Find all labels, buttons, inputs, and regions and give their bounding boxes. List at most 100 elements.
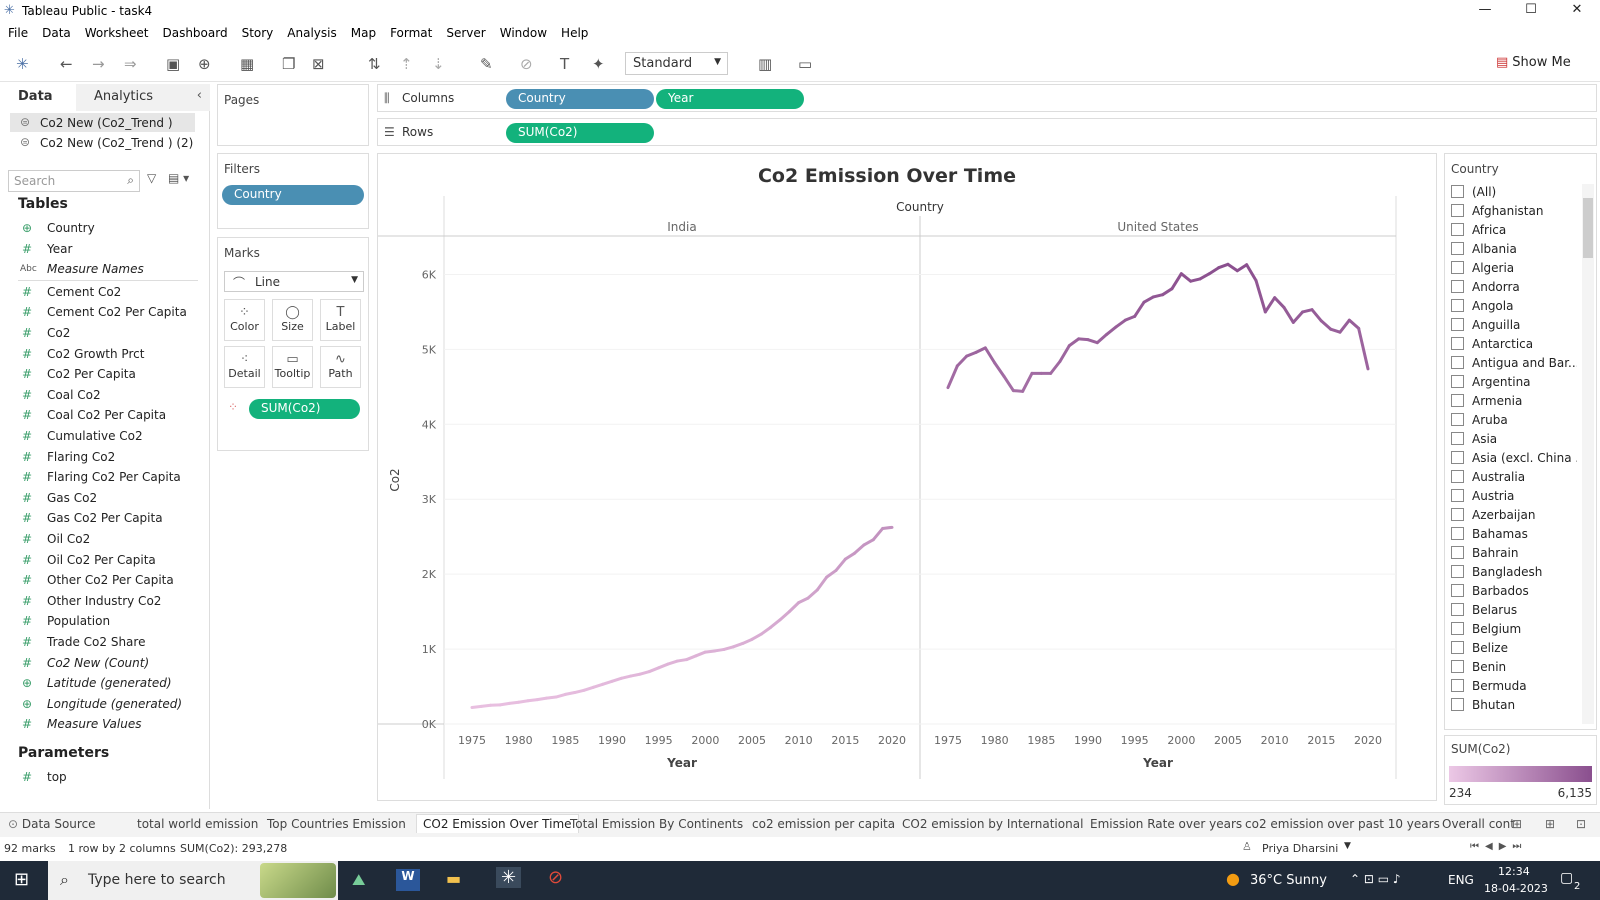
filter-item[interactable]: Algeria	[1451, 261, 1577, 280]
highlight-icon[interactable]: ✎	[480, 55, 493, 73]
field-item[interactable]: # Flaring Co2	[0, 447, 200, 468]
filter-item[interactable]: Bermuda	[1451, 679, 1577, 698]
sheet-navigation-icon[interactable]: ⏮◀▶⏭	[1470, 841, 1527, 852]
data-source-item[interactable]: ⊜ Co2 New (Co2_Trend )	[10, 113, 195, 132]
chevron-down-icon[interactable]: ▼	[1344, 841, 1351, 851]
checkbox[interactable]	[1451, 546, 1464, 559]
tableau-taskbar-icon[interactable]: ✳	[496, 867, 522, 888]
checkbox[interactable]	[1451, 641, 1464, 654]
checkbox[interactable]	[1451, 527, 1464, 540]
close-button[interactable]: ✕	[1554, 2, 1600, 17]
filter-item[interactable]: Antarctica	[1451, 337, 1577, 356]
field-item[interactable]: # Coal Co2 Per Capita	[0, 405, 200, 426]
sheet-tab[interactable]: Total Emission By Continents	[570, 817, 743, 831]
sheet-tab[interactable]: total world emission	[137, 817, 258, 831]
checkbox[interactable]	[1451, 508, 1464, 521]
checkbox[interactable]	[1451, 679, 1464, 692]
checkbox[interactable]	[1451, 242, 1464, 255]
checkbox[interactable]	[1451, 470, 1464, 483]
sort-ascending-icon[interactable]: ⇡	[400, 55, 413, 73]
filter-item[interactable]: Asia (excl. China ...	[1451, 451, 1577, 470]
field-search-input[interactable]: Search ⌕	[8, 170, 140, 192]
field-item[interactable]: # Oil Co2	[0, 529, 200, 550]
filter-item[interactable]: Asia	[1451, 432, 1577, 451]
filter-item[interactable]: Bahamas	[1451, 527, 1577, 546]
taskbar-app2-icon[interactable]: ⊘	[548, 867, 563, 888]
checkbox[interactable]	[1451, 223, 1464, 236]
field-item[interactable]: ⊕ Latitude (generated)	[0, 673, 200, 694]
checkbox[interactable]	[1451, 584, 1464, 597]
taskbar-search-box[interactable]: ⌕ Type here to search	[48, 861, 338, 900]
tab-analytics[interactable]: Analytics ‹	[76, 84, 210, 111]
filter-item[interactable]: Albania	[1451, 242, 1577, 261]
filter-pill-country[interactable]: Country	[222, 185, 364, 205]
checkbox[interactable]	[1451, 280, 1464, 293]
field-item[interactable]: # Gas Co2	[0, 488, 200, 509]
field-item[interactable]: # Oil Co2 Per Capita	[0, 550, 200, 571]
word-icon[interactable]: W	[396, 869, 420, 891]
new-worksheet-icon[interactable]: ▦	[240, 55, 254, 73]
show-cards-icon[interactable]: ▥	[758, 55, 772, 73]
tray-icons[interactable]: ⌃ ⊡ ▭ ♪	[1350, 872, 1401, 886]
filter-item[interactable]: Africa	[1451, 223, 1577, 242]
group-members-icon[interactable]: ⊘	[520, 55, 533, 73]
field-item[interactable]: # Year	[0, 239, 200, 260]
maximize-button[interactable]: ☐	[1508, 2, 1554, 17]
filter-item[interactable]: Argentina	[1451, 375, 1577, 394]
tab-data[interactable]: Data	[0, 84, 76, 111]
checkbox[interactable]	[1451, 432, 1464, 445]
scrollbar-thumb[interactable]	[1583, 198, 1593, 258]
checkbox[interactable]	[1451, 565, 1464, 578]
menu-item-window[interactable]: Window	[500, 26, 547, 40]
language-indicator[interactable]: ENG	[1448, 873, 1474, 887]
filter-item[interactable]: Benin	[1451, 660, 1577, 679]
filter-item[interactable]: Azerbaijan	[1451, 508, 1577, 527]
field-item[interactable]: # Co2	[0, 323, 200, 344]
checkbox[interactable]	[1451, 204, 1464, 217]
marks-detail-button[interactable]: ⁖ Detail	[224, 346, 265, 388]
marks-color-button[interactable]: ⁘ Color	[224, 299, 265, 341]
checkbox[interactable]	[1451, 356, 1464, 369]
menu-item-server[interactable]: Server	[446, 26, 485, 40]
checkbox[interactable]	[1451, 660, 1464, 673]
field-item[interactable]: # Co2 Growth Prct	[0, 344, 200, 365]
field-item[interactable]: # Co2 New (Count)	[0, 653, 200, 674]
field-item[interactable]: ⊕ Longitude (generated)	[0, 694, 200, 715]
presentation-mode-icon[interactable]: ▭	[798, 55, 812, 73]
pages-card[interactable]: Pages	[217, 84, 369, 146]
filter-item[interactable]: Angola	[1451, 299, 1577, 318]
sheet-tab[interactable]: CO2 emission by International	[902, 817, 1083, 831]
replay-icon[interactable]: ⇒	[124, 55, 137, 73]
field-item[interactable]: Abc Measure Names	[0, 259, 200, 280]
file-explorer-icon[interactable]: ▬	[446, 869, 461, 888]
marks-label-button[interactable]: T Label	[320, 299, 361, 341]
checkbox[interactable]	[1451, 698, 1464, 711]
filter-item[interactable]: Afghanistan	[1451, 204, 1577, 223]
parameter-item[interactable]: # top	[0, 767, 200, 788]
clear-sheet-icon[interactable]: ⊠	[312, 55, 325, 73]
columns-pill-year[interactable]: Year	[656, 89, 804, 109]
line-chart[interactable]: Co2 Emission Over Time Country India United…	[378, 154, 1436, 800]
field-item[interactable]: # Flaring Co2 Per Capita	[0, 467, 200, 488]
columns-shelf[interactable]: ⫼ Columns Country Year	[377, 84, 1597, 112]
field-item[interactable]: # Other Industry Co2	[0, 591, 200, 612]
checkbox[interactable]	[1451, 318, 1464, 331]
taskbar-app-icon[interactable]: ⛰	[352, 870, 365, 890]
field-item[interactable]: # Population	[0, 611, 200, 632]
field-item[interactable]: # Cumulative Co2	[0, 426, 200, 447]
filter-item[interactable]: Aruba	[1451, 413, 1577, 432]
fix-axes-icon[interactable]: ✦	[592, 55, 605, 73]
minimize-button[interactable]: —	[1462, 2, 1508, 17]
menu-item-story[interactable]: Story	[242, 26, 274, 40]
filter-item[interactable]: (All)	[1451, 185, 1577, 204]
sheet-tab[interactable]: co2 emission over past 10 years	[1245, 817, 1440, 831]
show-mark-labels-icon[interactable]: T	[560, 55, 569, 73]
field-item[interactable]: # Other Co2 Per Capita	[0, 570, 200, 591]
sheet-tab[interactable]: co2 emission per capita	[752, 817, 895, 831]
filter-item[interactable]: Belgium	[1451, 622, 1577, 641]
redo-icon[interactable]: →	[92, 55, 105, 73]
notification-icon[interactable]: ▢	[1560, 870, 1573, 886]
new-data-source-icon[interactable]: ⊕	[198, 55, 211, 73]
filter-scrollbar[interactable]	[1582, 184, 1594, 724]
save-icon[interactable]: ▣	[166, 55, 180, 73]
